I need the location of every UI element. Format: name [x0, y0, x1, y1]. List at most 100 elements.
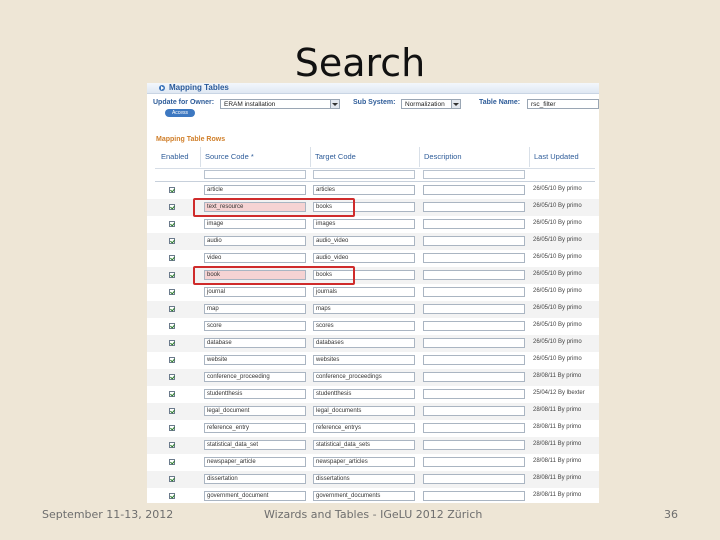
- footer-title: Wizards and Tables - IGeLU 2012 Zürich: [264, 508, 483, 521]
- source-code-input[interactable]: video: [204, 253, 306, 263]
- description-input[interactable]: [423, 253, 525, 263]
- enabled-checkbox[interactable]: [169, 357, 175, 363]
- last-updated-text: 28/08/11 By primo: [533, 458, 582, 464]
- description-input[interactable]: [423, 440, 525, 450]
- source-code-input[interactable]: score: [204, 321, 306, 331]
- enabled-checkbox[interactable]: [169, 238, 175, 244]
- target-code-input[interactable]: dissertations: [313, 474, 415, 484]
- expand-arrow-icon[interactable]: [159, 85, 165, 91]
- description-input[interactable]: [423, 287, 525, 297]
- description-input[interactable]: [423, 423, 525, 433]
- table-row: conference_proceeding conference_proceedi…: [147, 369, 599, 386]
- description-input[interactable]: [423, 406, 525, 416]
- enabled-checkbox[interactable]: [169, 272, 175, 278]
- table-row: legal_document legal_documents 28/08/11 By…: [147, 403, 599, 420]
- description-input[interactable]: [423, 304, 525, 314]
- rows-title: Mapping Table Rows: [156, 136, 226, 143]
- enabled-checkbox[interactable]: [169, 289, 175, 295]
- source-code-input[interactable]: website: [204, 355, 306, 365]
- description-input[interactable]: [423, 457, 525, 467]
- column-header-target-code[interactable]: Target Code: [310, 147, 420, 167]
- target-code-filter-input[interactable]: [313, 170, 415, 179]
- source-code-input[interactable]: database: [204, 338, 306, 348]
- source-code-input[interactable]: journal: [204, 287, 306, 297]
- source-code-input[interactable]: legal_document: [204, 406, 306, 416]
- table-row: government_document government_documents 2…: [147, 488, 599, 503]
- source-code-input[interactable]: reference_entry: [204, 423, 306, 433]
- column-header-enabled[interactable]: Enabled: [157, 147, 202, 167]
- source-code-input[interactable]: newspaper_article: [204, 457, 306, 467]
- table-row: video audio_video 26/05/10 By primo: [147, 250, 599, 267]
- enabled-checkbox[interactable]: [169, 391, 175, 397]
- description-input[interactable]: [423, 219, 525, 229]
- chevron-down-icon[interactable]: [330, 100, 339, 108]
- description-input[interactable]: [423, 185, 525, 195]
- enabled-checkbox[interactable]: [169, 204, 175, 210]
- target-code-input[interactable]: newspaper_articles: [313, 457, 415, 467]
- source-code-input[interactable]: article: [204, 185, 306, 195]
- source-code-input[interactable]: statistical_data_set: [204, 440, 306, 450]
- source-code-input[interactable]: audio: [204, 236, 306, 246]
- description-input[interactable]: [423, 355, 525, 365]
- description-input[interactable]: [423, 491, 525, 501]
- panel-title: Mapping Tables: [169, 83, 229, 92]
- target-code-input[interactable]: legal_documents: [313, 406, 415, 416]
- sub-system-select[interactable]: Normalization: [401, 99, 461, 109]
- target-code-input[interactable]: conference_proceedings: [313, 372, 415, 382]
- owner-select[interactable]: ERAM installation: [220, 99, 340, 109]
- target-code-input[interactable]: government_documents: [313, 491, 415, 501]
- enabled-checkbox[interactable]: [169, 425, 175, 431]
- table-row: audio audio_video 26/05/10 By primo: [147, 233, 599, 250]
- enabled-checkbox[interactable]: [169, 255, 175, 261]
- enabled-checkbox[interactable]: [169, 221, 175, 227]
- column-header-last-updated[interactable]: Last Updated: [529, 147, 599, 167]
- description-input[interactable]: [423, 389, 525, 399]
- enabled-checkbox[interactable]: [169, 187, 175, 193]
- source-code-input[interactable]: studentthesis: [204, 389, 306, 399]
- description-input[interactable]: [423, 338, 525, 348]
- enabled-checkbox[interactable]: [169, 442, 175, 448]
- description-input[interactable]: [423, 474, 525, 484]
- source-code-input[interactable]: image: [204, 219, 306, 229]
- last-updated-text: 26/05/10 By primo: [533, 322, 582, 328]
- enabled-checkbox[interactable]: [169, 340, 175, 346]
- enabled-checkbox[interactable]: [169, 476, 175, 482]
- description-input[interactable]: [423, 372, 525, 382]
- description-input[interactable]: [423, 321, 525, 331]
- table-name-field[interactable]: rsc_filter: [527, 99, 599, 109]
- description-input[interactable]: [423, 202, 525, 212]
- target-code-input[interactable]: audio_video: [313, 236, 415, 246]
- last-updated-text: 26/05/10 By primo: [533, 254, 582, 260]
- target-code-input[interactable]: websites: [313, 355, 415, 365]
- enabled-checkbox[interactable]: [169, 374, 175, 380]
- enabled-checkbox[interactable]: [169, 408, 175, 414]
- description-filter-input[interactable]: [423, 170, 525, 179]
- column-header-description[interactable]: Description: [419, 147, 529, 167]
- target-code-input[interactable]: journals: [313, 287, 415, 297]
- target-code-input[interactable]: studentthesis: [313, 389, 415, 399]
- target-code-input[interactable]: reference_entrys: [313, 423, 415, 433]
- column-header-source-code[interactable]: Source Code *: [200, 147, 310, 167]
- access-button[interactable]: Access: [165, 109, 195, 117]
- source-code-input[interactable]: government_document: [204, 491, 306, 501]
- source-code-filter-input[interactable]: [204, 170, 306, 179]
- description-input[interactable]: [423, 236, 525, 246]
- source-code-input[interactable]: conference_proceeding: [204, 372, 306, 382]
- enabled-checkbox[interactable]: [169, 493, 175, 499]
- owner-select-value: ERAM installation: [224, 101, 276, 108]
- table-row: studentthesis studentthesis 25/04/12 By lb…: [147, 386, 599, 403]
- source-code-input[interactable]: map: [204, 304, 306, 314]
- target-code-input[interactable]: audio_video: [313, 253, 415, 263]
- target-code-input[interactable]: databases: [313, 338, 415, 348]
- source-code-input[interactable]: dissertation: [204, 474, 306, 484]
- target-code-input[interactable]: scores: [313, 321, 415, 331]
- chevron-down-icon[interactable]: [451, 100, 460, 108]
- description-input[interactable]: [423, 270, 525, 280]
- target-code-input[interactable]: statistical_data_sets: [313, 440, 415, 450]
- target-code-input[interactable]: images: [313, 219, 415, 229]
- target-code-input[interactable]: maps: [313, 304, 415, 314]
- enabled-checkbox[interactable]: [169, 306, 175, 312]
- target-code-input[interactable]: articles: [313, 185, 415, 195]
- enabled-checkbox[interactable]: [169, 323, 175, 329]
- enabled-checkbox[interactable]: [169, 459, 175, 465]
